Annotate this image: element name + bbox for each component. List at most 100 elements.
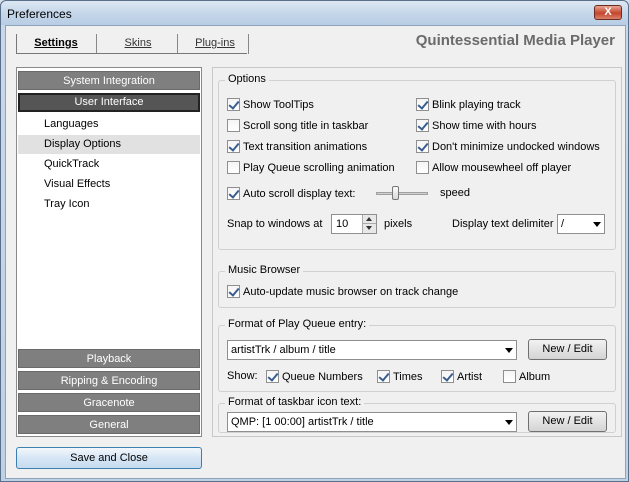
show-label: Show:: [227, 370, 258, 382]
tab-divider: [177, 34, 178, 54]
checkbox-box[interactable]: [441, 370, 454, 383]
save-and-close-button[interactable]: Save and Close: [16, 447, 202, 469]
tab-divider: [96, 34, 97, 54]
spin-up-icon[interactable]: [362, 215, 376, 224]
checkbox-box[interactable]: [416, 119, 429, 132]
nav-section-playback[interactable]: Playback: [18, 349, 200, 368]
chevron-down-icon: [593, 222, 601, 227]
checkbox-label: Auto-update music browser on track chang…: [243, 286, 459, 298]
taskbar-format-value: QMP: [1 00:00] artistTrk / title: [231, 416, 374, 428]
checkbox-box[interactable]: [227, 285, 240, 298]
checkbox-box[interactable]: [227, 161, 240, 174]
spin-down-icon[interactable]: [362, 224, 376, 233]
checkbox-label: Auto scroll display text:: [243, 188, 356, 200]
nav-section-gracenote[interactable]: Gracenote: [18, 393, 200, 412]
options-legend: Options: [225, 73, 269, 85]
taskbar-legend: Format of taskbar icon text:: [225, 396, 365, 408]
nav-item-quicktrack[interactable]: QuickTrack: [18, 155, 200, 174]
play-queue-new-edit-button[interactable]: New / Edit: [528, 339, 607, 360]
checkbox-label: Scroll song title in taskbar: [243, 120, 369, 132]
checkbox-box[interactable]: [377, 370, 390, 383]
app-title: Quintessential Media Player: [415, 32, 615, 49]
title-bar[interactable]: Preferences X: [1, 1, 628, 25]
checkbox-box[interactable]: [416, 140, 429, 153]
nav-item-languages[interactable]: Languages: [18, 115, 200, 134]
tabs-underline: [16, 53, 247, 54]
options-group: Options Show ToolTips Blink playing trac…: [218, 73, 616, 250]
album-checkbox[interactable]: Album: [503, 370, 550, 384]
checkbox-box[interactable]: [227, 187, 240, 200]
tab-plugins[interactable]: Plug-ins: [184, 32, 246, 54]
window-title: Preferences: [7, 7, 72, 21]
scroll-song-title-checkbox[interactable]: Scroll song title in taskbar: [227, 119, 368, 133]
taskbar-format-group: Format of taskbar icon text: QMP: [1 00:…: [218, 396, 616, 433]
nav-section-user-interface[interactable]: User Interface: [18, 93, 200, 112]
allow-mousewheel-checkbox[interactable]: Allow mousewheel off player: [416, 161, 571, 175]
snap-value: 10: [336, 218, 349, 230]
dont-minimize-undocked-checkbox[interactable]: Don't minimize undocked windows: [416, 140, 600, 154]
checkbox-box[interactable]: [227, 140, 240, 153]
nav-section-general[interactable]: General: [18, 415, 200, 434]
delimiter-label: Display text delimiter: [452, 218, 554, 230]
checkbox-box[interactable]: [503, 370, 516, 383]
chevron-down-icon: [505, 420, 513, 425]
nav-section-system-integration[interactable]: System Integration: [18, 71, 200, 90]
show-time-with-hours-checkbox[interactable]: Show time with hours: [416, 119, 537, 133]
play-queue-scrolling-checkbox[interactable]: Play Queue scrolling animation: [227, 161, 395, 175]
nav-item-tray-icon[interactable]: Tray Icon: [18, 195, 200, 214]
music-browser-legend: Music Browser: [225, 264, 304, 276]
checkbox-label: Album: [519, 371, 551, 383]
settings-nav: System Integration User Interface Langua…: [16, 67, 202, 437]
checkbox-box[interactable]: [227, 119, 240, 132]
blink-playing-track-checkbox[interactable]: Blink playing track: [416, 98, 521, 112]
checkbox-box[interactable]: [416, 98, 429, 111]
checkbox-label: Artist: [457, 371, 483, 383]
close-button[interactable]: X: [594, 5, 622, 20]
delimiter-value: /: [561, 218, 565, 230]
chevron-down-icon: [505, 348, 513, 353]
checkbox-box[interactable]: [227, 98, 240, 111]
taskbar-format-dropdown[interactable]: QMP: [1 00:00] artistTrk / title: [227, 412, 517, 432]
tab-divider: [248, 34, 249, 54]
queue-numbers-checkbox[interactable]: Queue Numbers: [266, 370, 363, 384]
checkbox-label: Times: [393, 371, 423, 383]
play-queue-format-value: artistTrk / album / title: [231, 344, 336, 356]
text-transition-animations-checkbox[interactable]: Text transition animations: [227, 140, 367, 154]
times-checkbox[interactable]: Times: [377, 370, 423, 384]
auto-scroll-checkbox[interactable]: Auto scroll display text:: [227, 187, 356, 201]
dialog-client-area: Settings Skins Plug-ins Quintessential M…: [5, 25, 626, 479]
display-options-pane: Options Show ToolTips Blink playing trac…: [212, 67, 622, 437]
checkbox-label: Show time with hours: [432, 120, 537, 132]
tabs-border-left: [16, 34, 17, 54]
music-browser-group: Music Browser Auto-update music browser …: [218, 264, 616, 308]
pixels-label: pixels: [384, 218, 413, 230]
checkbox-label: Show ToolTips: [243, 99, 314, 111]
show-tooltips-checkbox[interactable]: Show ToolTips: [227, 98, 314, 112]
slider-track[interactable]: [376, 192, 428, 195]
taskbar-new-edit-button[interactable]: New / Edit: [528, 411, 607, 432]
play-queue-format-group: Format of Play Queue entry: artistTrk / …: [218, 318, 616, 392]
auto-update-browser-checkbox[interactable]: Auto-update music browser on track chang…: [227, 285, 458, 299]
delimiter-dropdown[interactable]: /: [557, 214, 605, 234]
checkbox-label: Queue Numbers: [282, 371, 363, 383]
play-queue-format-dropdown[interactable]: artistTrk / album / title: [227, 340, 517, 360]
play-queue-legend: Format of Play Queue entry:: [225, 318, 370, 330]
checkbox-box[interactable]: [266, 370, 279, 383]
nav-section-ripping-encoding[interactable]: Ripping & Encoding: [18, 371, 200, 390]
checkbox-label: Allow mousewheel off player: [432, 162, 572, 174]
snap-pixels-spinner[interactable]: 10: [331, 214, 377, 234]
tab-skins[interactable]: Skins: [106, 32, 170, 54]
checkbox-box[interactable]: [416, 161, 429, 174]
snap-label: Snap to windows at: [227, 218, 323, 230]
nav-item-display-options[interactable]: Display Options: [18, 135, 200, 154]
nav-item-visual-effects[interactable]: Visual Effects: [18, 175, 200, 194]
checkbox-label: Blink playing track: [432, 99, 521, 111]
artist-checkbox[interactable]: Artist: [441, 370, 482, 384]
checkbox-label: Text transition animations: [243, 141, 368, 153]
speed-label: speed: [440, 187, 470, 199]
preferences-window: Preferences X Settings Skins Plug-ins Qu…: [0, 0, 629, 482]
tab-settings[interactable]: Settings: [24, 32, 88, 54]
checkbox-label: Don't minimize undocked windows: [432, 141, 600, 153]
checkbox-label: Play Queue scrolling animation: [243, 162, 395, 174]
slider-thumb[interactable]: [391, 186, 399, 200]
